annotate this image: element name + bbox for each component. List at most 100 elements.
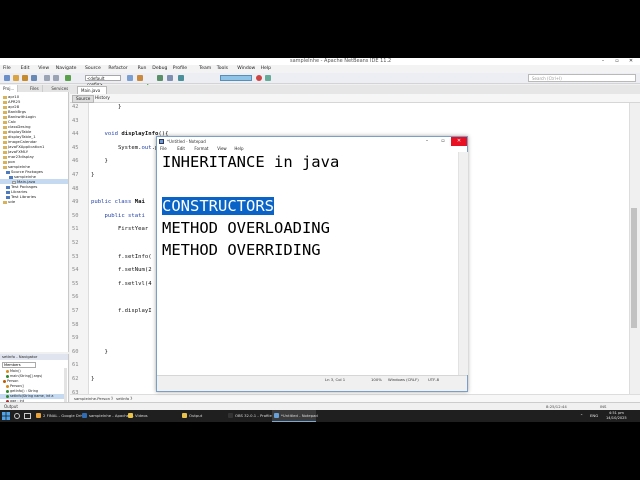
- tray-chevron-icon[interactable]: ⌃: [580, 410, 583, 422]
- taskbar-item[interactable]: Videos: [126, 410, 170, 422]
- project-icon: [3, 200, 7, 204]
- member-icon: [6, 394, 9, 398]
- taskbar-app-icon: [82, 413, 87, 418]
- taskbar-app-icon: [228, 413, 233, 418]
- line-number: 57: [72, 308, 79, 314]
- taskbar-item-label: *Untitled - Notepad: [281, 413, 318, 418]
- menu-source[interactable]: Source: [85, 66, 101, 71]
- taskbar-item[interactable]: OBS 32.0.1 - Profile: U...: [226, 410, 281, 422]
- line-number: 42: [72, 104, 79, 110]
- notepad-close-icon[interactable]: ✕: [451, 137, 467, 146]
- taskbar-item[interactable]: 2 FINAL - Google Driv...: [34, 410, 87, 422]
- code-line: }: [91, 172, 94, 178]
- menu-window[interactable]: Window: [237, 66, 255, 71]
- panel-tab-1[interactable]: Files: [26, 85, 43, 92]
- line-number: 49: [72, 199, 79, 206]
- menu-view[interactable]: View: [38, 66, 49, 71]
- code-token: }: [91, 158, 108, 165]
- menu-edit[interactable]: Edit: [21, 66, 30, 71]
- code-token: }: [91, 104, 122, 110]
- maximize-icon[interactable]: ▫: [610, 58, 624, 65]
- notepad-line-text: METHOD OVERRIDING: [162, 241, 321, 259]
- notepad-minimize-icon[interactable]: –: [419, 137, 435, 146]
- menu-tools[interactable]: Tools: [217, 66, 228, 71]
- project-tree-label: ude: [8, 199, 16, 204]
- editor-scroll-thumb[interactable]: [631, 208, 637, 328]
- save-all-icon[interactable]: [31, 75, 37, 81]
- task-view-icon[interactable]: [24, 413, 31, 419]
- line-number: 45: [72, 144, 79, 151]
- set-config-icon[interactable]: [65, 75, 71, 81]
- system-clock[interactable]: 4:51 pm 14/10/2025: [606, 411, 627, 421]
- debug-icon[interactable]: [157, 75, 163, 81]
- line-number: 46: [72, 158, 79, 165]
- menu-navigate[interactable]: Navigate: [56, 66, 77, 71]
- language-indicator[interactable]: ENG: [590, 410, 598, 422]
- menu-file[interactable]: File: [3, 66, 11, 71]
- code-token: out: [141, 144, 152, 151]
- search-icon[interactable]: [14, 413, 20, 419]
- snapshot-icon[interactable]: [265, 75, 271, 81]
- breadcrumb[interactable]: sampleinhe.Person 》 setInfo 》: [70, 394, 640, 402]
- menu-refactor[interactable]: Refactor: [108, 66, 127, 71]
- notepad-text-area[interactable]: INHERITANCE in java CONSTRUCTORS METHOD OV…: [157, 152, 458, 375]
- ide-search-input[interactable]: Search (Ctrl+I): [528, 74, 636, 82]
- code-line: f.displayI: [91, 308, 152, 314]
- code-line: public stati: [91, 213, 144, 219]
- code-token: }: [91, 348, 108, 355]
- notepad-line: METHOD OVERRIDING: [162, 241, 321, 260]
- open-project-icon[interactable]: [22, 75, 28, 81]
- gc-icon[interactable]: [256, 75, 262, 81]
- redo-icon[interactable]: [53, 75, 59, 81]
- code-token: void: [104, 131, 118, 138]
- member-icon: [6, 389, 9, 393]
- code-line: f.setNum(2: [91, 267, 152, 273]
- code-line: }: [91, 158, 108, 165]
- menu-debug[interactable]: Debug: [152, 66, 167, 71]
- taskbar-item[interactable]: sampleInhe - Apache ...: [80, 410, 134, 422]
- notepad-line-text: METHOD OVERLOADING: [162, 219, 330, 237]
- undo-icon[interactable]: [44, 75, 50, 81]
- editor-tab-main-java[interactable]: Main.java: [77, 86, 107, 94]
- line-number: 52: [72, 240, 79, 246]
- code-line: public class Mai: [91, 199, 145, 205]
- menu-profile[interactable]: Profile: [173, 66, 187, 71]
- menu-help[interactable]: Help: [261, 66, 271, 71]
- taskbar-item[interactable]: *Untitled - Notepad: [272, 410, 318, 422]
- new-file-icon[interactable]: [4, 75, 10, 81]
- panel-tab-0[interactable]: Proj...: [0, 85, 19, 92]
- code-token: displayInfo: [121, 131, 159, 138]
- ide-title-bar: sampleInhe - Apache NetBeans IDE 11.2 – …: [0, 58, 640, 65]
- clean-build-icon[interactable]: [137, 75, 143, 81]
- build-icon[interactable]: [127, 75, 133, 81]
- history-view-button[interactable]: History: [92, 95, 113, 101]
- notepad-horizontal-scrollbar[interactable]: [157, 383, 467, 391]
- code-token: FirstYear: [91, 226, 149, 233]
- taskbar-item[interactable]: Output: [180, 410, 224, 422]
- new-project-icon[interactable]: [13, 75, 19, 81]
- minimize-icon[interactable]: –: [596, 58, 610, 65]
- panel-tab-2[interactable]: Services: [48, 85, 73, 92]
- apply-changes-icon[interactable]: [178, 75, 184, 81]
- line-number: 47: [72, 172, 79, 178]
- editor-subtoolbar: Source History: [70, 94, 640, 103]
- line-number: 53: [72, 253, 79, 260]
- menu-run[interactable]: Run: [138, 66, 147, 71]
- project-tree-item[interactable]: ude: [0, 199, 68, 204]
- notepad-vertical-scrollbar[interactable]: [458, 152, 468, 375]
- line-number: 48: [72, 185, 79, 192]
- config-select[interactable]: <default config>: [85, 75, 121, 87]
- run-icon[interactable]: [147, 75, 153, 90]
- navigator-filter-select[interactable]: Members: [2, 362, 36, 368]
- ide-title: sampleInhe - Apache NetBeans IDE 11.2: [290, 58, 392, 64]
- navigator-item-label: Main(): [10, 369, 21, 373]
- line-number: 51: [72, 226, 79, 233]
- profile-icon[interactable]: [167, 75, 173, 81]
- notepad-line-text: INHERITANCE in java: [162, 153, 340, 171]
- notepad-maximize-icon[interactable]: ▫: [435, 137, 451, 146]
- memory-indicator[interactable]: [220, 75, 252, 81]
- menu-team[interactable]: Team: [199, 66, 211, 71]
- windows-start-icon[interactable]: [2, 412, 10, 420]
- close-icon[interactable]: ✕: [624, 58, 638, 65]
